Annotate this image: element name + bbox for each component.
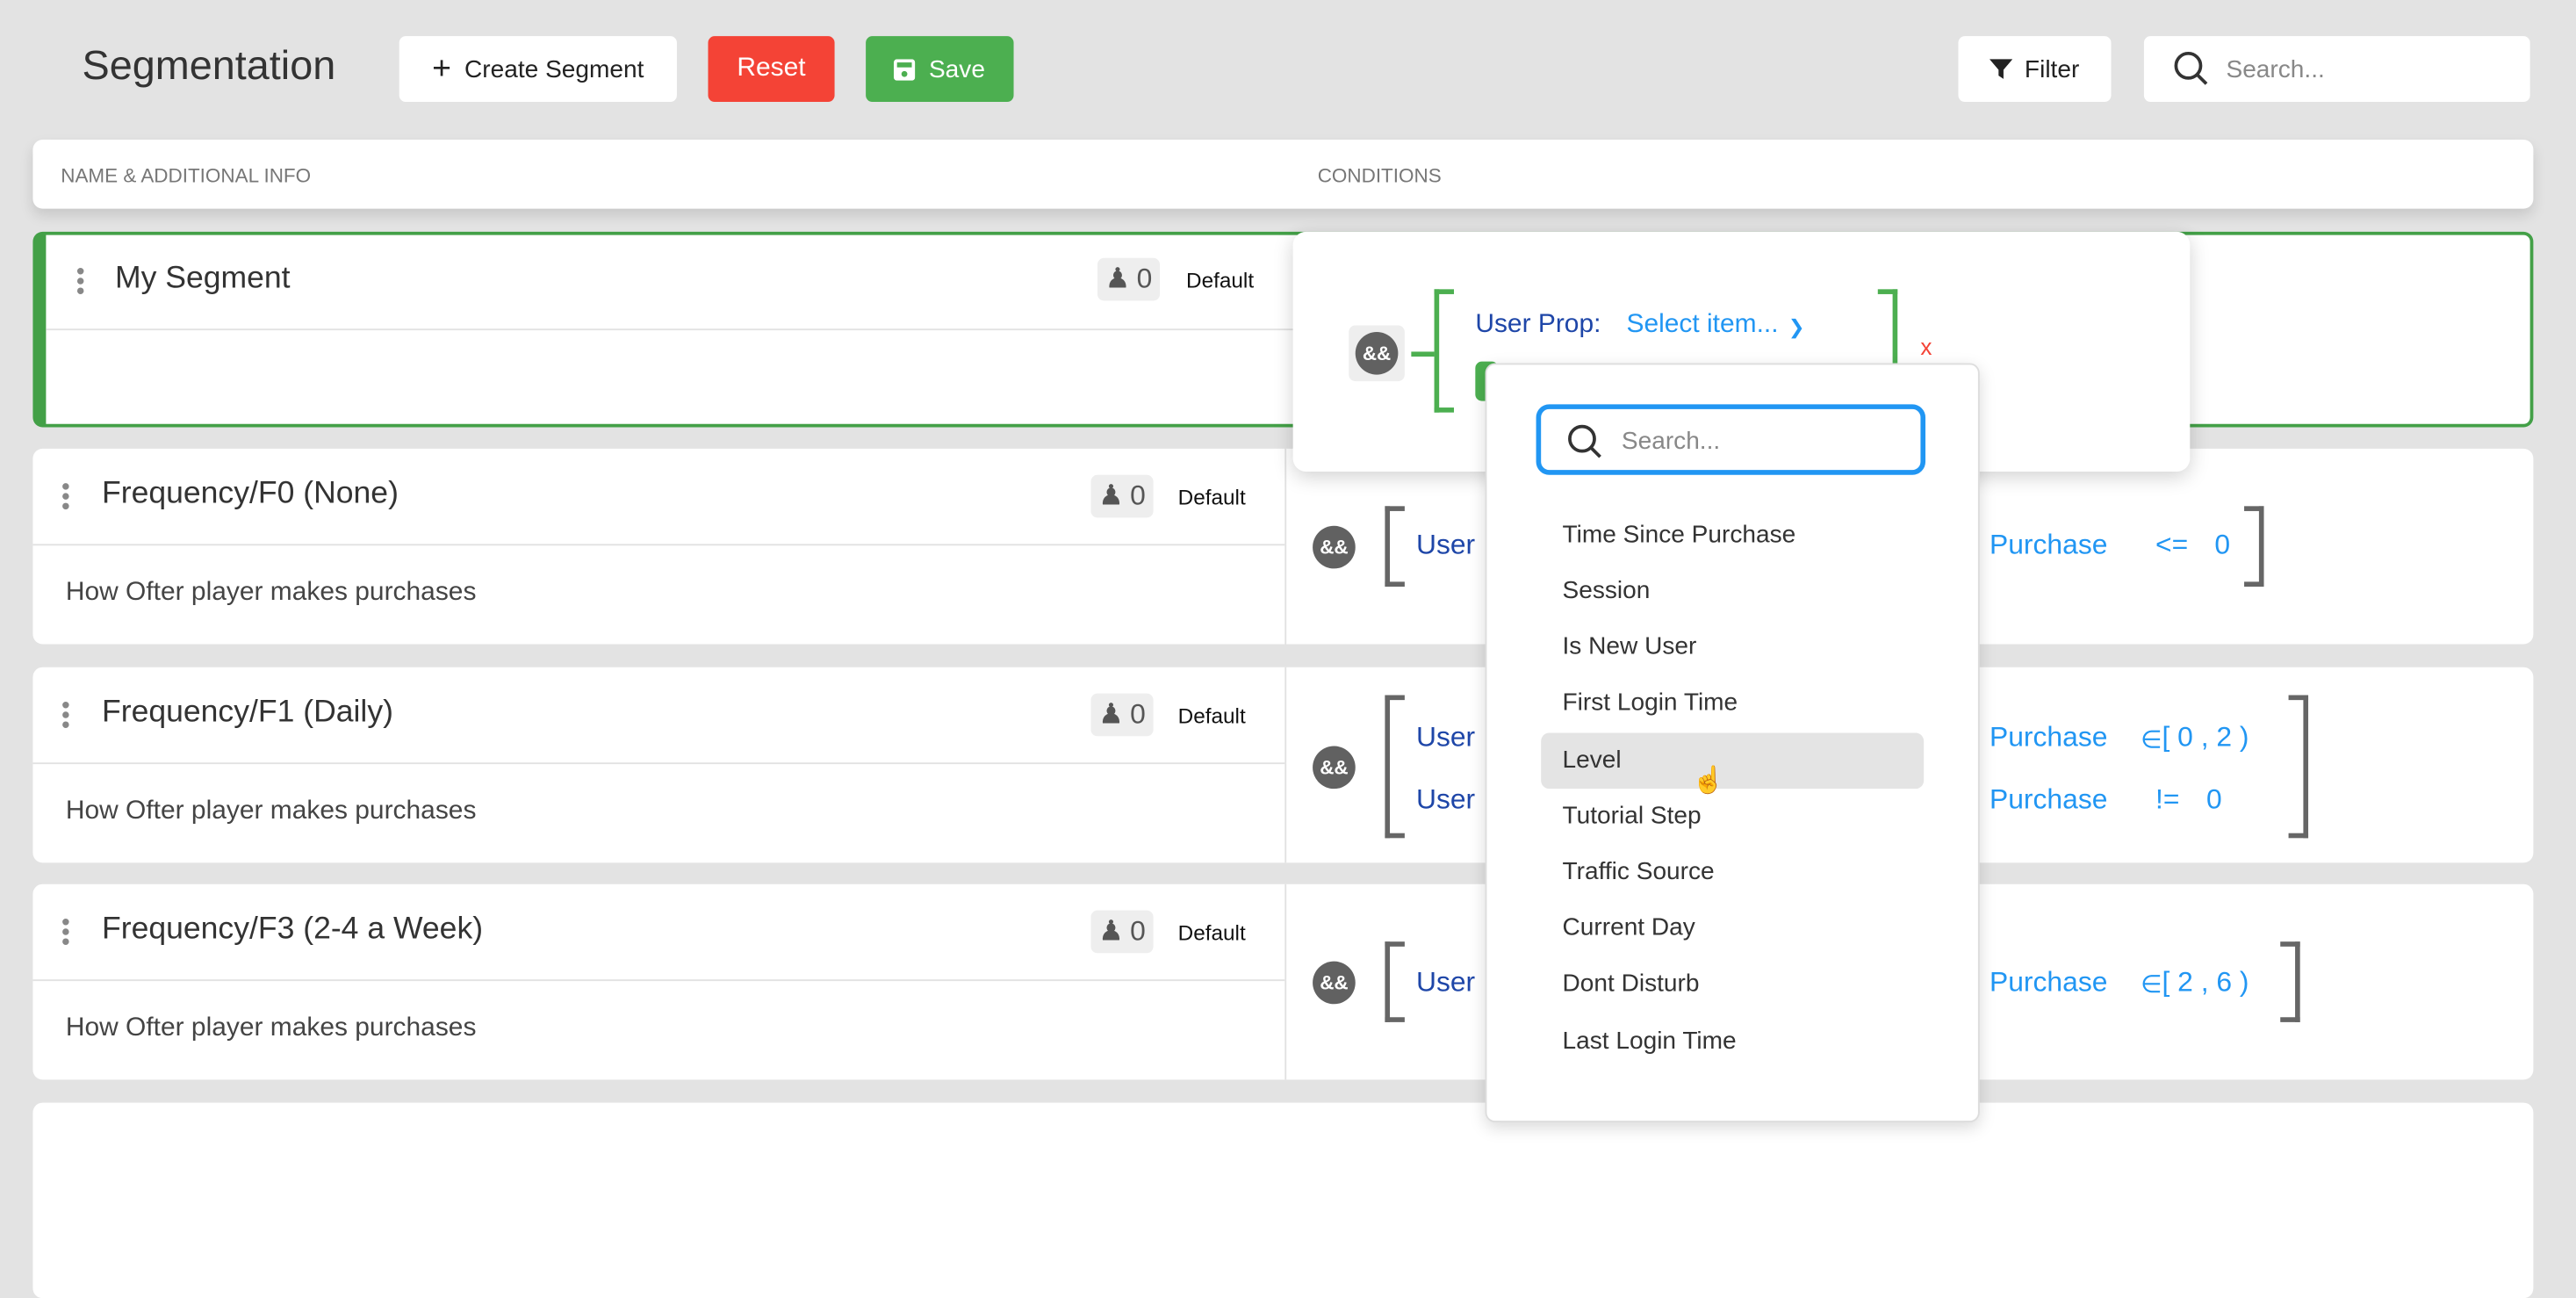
condition-prop[interactable]: Purchase <box>1990 530 2107 562</box>
condition-prop[interactable]: Purchase <box>1990 721 2107 754</box>
bracket-left <box>1385 506 1405 588</box>
condition-prop[interactable]: Purchase <box>1990 784 2107 817</box>
condition-lhs[interactable]: User <box>1416 966 1475 999</box>
create-segment-label: Create Segment <box>464 54 644 83</box>
condition-operator[interactable]: <= <box>2155 530 2188 562</box>
bracket-left <box>1385 941 1405 1022</box>
segment-row[interactable]: Frequency/F3 (2-4 a Week) ♟ 0 Default How… <box>32 883 2534 1080</box>
default-tag: Default <box>1177 919 1246 945</box>
bracket-left <box>1385 695 1405 839</box>
condition-operator[interactable]: != <box>2155 784 2179 817</box>
filter-icon <box>1990 59 2013 79</box>
drag-handle-icon[interactable] <box>76 268 85 298</box>
dropdown-item[interactable]: Is New User <box>1541 619 1924 675</box>
user-icon: ♟ <box>1098 915 1124 947</box>
save-label: Save <box>928 54 985 83</box>
dropdown-item[interactable]: Time Since Purchase <box>1541 508 1924 564</box>
segment-name: My Segment <box>114 261 291 296</box>
condition-prop[interactable]: Purchase <box>1990 966 2107 999</box>
segment-name: Frequency/F0 (None) <box>102 476 399 511</box>
condition-value[interactable]: 0 <box>2214 530 2230 562</box>
reset-button[interactable]: Reset <box>708 36 835 103</box>
condition-range[interactable]: [ 2 , 6 ) <box>2162 966 2249 999</box>
save-button[interactable]: Save <box>866 36 1014 103</box>
condition-lhs[interactable]: User <box>1416 721 1475 754</box>
user-count: ♟ 0 <box>1090 910 1154 954</box>
and-operator-badge[interactable]: && <box>1355 331 1399 375</box>
table-header: NAME & ADDITIONAL INFO CONDITIONS <box>32 140 2534 209</box>
condition-value[interactable]: 0 <box>2206 784 2222 817</box>
and-operator-badge[interactable]: && <box>1313 525 1356 569</box>
user-count: ♟ 0 <box>1090 474 1154 518</box>
filter-label: Filter <box>2024 54 2080 83</box>
user-count: ♟ 0 <box>1090 693 1154 737</box>
condition-lhs[interactable]: User <box>1416 784 1475 817</box>
dropdown-item-highlighted[interactable]: Level <box>1541 732 1925 790</box>
floppy-disk-icon <box>894 58 916 80</box>
chevron-down-icon: ❯ <box>1788 315 1805 339</box>
prop-dropdown: Search... Time Since Purchase Session Is… <box>1485 363 1980 1123</box>
segment-name: Frequency/F1 (Daily) <box>102 695 393 730</box>
search-placeholder: Search... <box>2226 54 2325 83</box>
default-tag: Default <box>1177 703 1246 728</box>
user-icon: ♟ <box>1098 698 1124 730</box>
dropdown-item[interactable]: First Login Time <box>1541 675 1924 732</box>
condition-lhs[interactable]: User <box>1416 530 1475 562</box>
user-count: ♟ 0 <box>1097 257 1161 301</box>
search-input[interactable]: Search... <box>2143 36 2530 103</box>
dropdown-item[interactable]: Dont Disturb <box>1541 956 1924 1013</box>
col-conditions-header: CONDITIONS <box>1317 164 1442 188</box>
bracket-left <box>1434 289 1455 413</box>
search-icon <box>2174 51 2208 85</box>
remove-condition-button[interactable]: x <box>1920 334 1932 360</box>
dropdown-item[interactable]: Traffic Source <box>1541 845 1924 901</box>
user-icon: ♟ <box>1098 480 1124 511</box>
segment-name: Frequency/F3 (2-4 a Week) <box>102 912 484 947</box>
default-tag: Default <box>1186 268 1255 293</box>
segment-row[interactable]: Frequency/F0 (None) ♟ 0 Default How Ofter… <box>32 448 2534 645</box>
segment-row[interactable] <box>32 1102 2534 1298</box>
hand-cursor-icon: ☝ <box>1692 767 1725 796</box>
prop-select[interactable]: Select item... ❯ <box>1626 311 1804 343</box>
dropdown-item[interactable]: Tutorial Step <box>1541 789 1924 845</box>
bracket-right <box>2288 695 2309 839</box>
bracket-right <box>2280 941 2300 1022</box>
user-icon: ♟ <box>1105 263 1131 294</box>
and-operator-badge[interactable]: && <box>1313 961 1356 1005</box>
segment-description: How Ofter player makes purchases <box>65 797 477 826</box>
drag-handle-icon[interactable] <box>62 919 70 948</box>
plus-icon: + <box>432 50 452 87</box>
col-name-header: NAME & ADDITIONAL INFO <box>61 164 312 188</box>
segment-row[interactable]: Frequency/F1 (Daily) ♟ 0 Default How Ofte… <box>32 667 2534 863</box>
condition-operator[interactable]: ∈ <box>2141 725 2162 754</box>
condition-operator[interactable]: ∈ <box>2141 970 2162 999</box>
drag-handle-icon[interactable] <box>62 702 70 732</box>
bracket-right <box>2244 506 2264 588</box>
segment-description: How Ofter player makes purchases <box>65 1013 477 1042</box>
dropdown-item[interactable]: Session <box>1541 564 1924 620</box>
and-operator-badge[interactable]: && <box>1313 746 1356 790</box>
user-prop-label: User Prop: <box>1475 310 1601 339</box>
create-segment-button[interactable]: + Create Segment <box>399 36 677 103</box>
filter-button[interactable]: Filter <box>1958 36 2112 103</box>
page-title: Segmentation <box>82 42 336 90</box>
search-icon <box>1568 424 1601 458</box>
default-tag: Default <box>1177 485 1246 510</box>
drag-handle-icon[interactable] <box>62 483 70 513</box>
dropdown-item[interactable]: Current Day <box>1541 900 1924 956</box>
dropdown-search-input[interactable]: Search... <box>1536 404 1926 475</box>
condition-range[interactable]: [ 0 , 2 ) <box>2162 721 2249 754</box>
dropdown-item[interactable]: Last Login Time <box>1541 1014 1924 1071</box>
segment-description: How Ofter player makes purchases <box>65 578 477 607</box>
